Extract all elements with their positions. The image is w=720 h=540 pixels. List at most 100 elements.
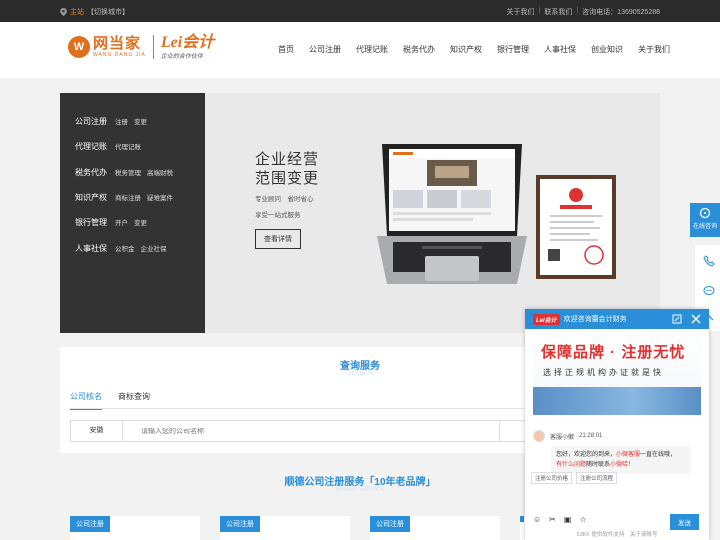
service-side-menu: 公司注册 注册 变更 代理记账 代理记账 税务代办 税务管理 高端财税 知识产权 商… xyxy=(60,93,205,333)
business-license-image xyxy=(536,175,616,279)
nav-about[interactable]: 关于我们 xyxy=(638,44,670,55)
nav-startup[interactable]: 创业知识 xyxy=(591,44,623,55)
menu-sub-link[interactable]: 变更 xyxy=(134,116,147,126)
quick-replies: 注册公司价格 注册公司流程 xyxy=(531,472,618,484)
top-bar: 主站 【切换城市】 关于我们 | 联系我们 | 咨询电话：13690525288 xyxy=(0,0,720,22)
close-icon[interactable] xyxy=(691,314,701,324)
menu-sub-link[interactable]: 疑难案件 xyxy=(147,192,173,202)
menu-sub-link[interactable]: 高端财税 xyxy=(147,167,173,177)
service-tag-partial xyxy=(520,516,524,522)
menu-title: 知识产权 xyxy=(75,193,107,202)
menu-sub-link[interactable]: 企业社保 xyxy=(141,243,167,253)
menu-sub-link[interactable]: 变更 xyxy=(134,217,147,227)
menu-sub-link[interactable]: 开户 xyxy=(115,217,128,227)
chat-footer: 53KF 提供软件支持 关于该账号 xyxy=(576,532,658,538)
about-link[interactable]: 关于我们 xyxy=(507,7,535,17)
banner-desc-1: 专业顾问 省时省心 xyxy=(255,196,314,203)
chat-widget: Lei会计 欢迎咨询蕾会计财务 保障品牌 · 注册无忧 选择正规机构办证就是快 … xyxy=(525,309,709,540)
menu-item-tax[interactable]: 税务代办 税务管理 高端财税 xyxy=(75,167,173,178)
minimize-icon[interactable] xyxy=(672,314,682,324)
message-text: 一直在线哦， xyxy=(640,452,677,458)
nav-tax[interactable]: 税务代办 xyxy=(403,44,435,55)
nav-bank[interactable]: 银行管理 xyxy=(497,44,529,55)
banner-slogan: 企业经营 范围变更 专业顾问 省时省心 享受一站式服务 查看详情 xyxy=(255,151,319,249)
send-button[interactable]: 发送 xyxy=(670,514,699,530)
menu-sub-link[interactable]: 公积金 xyxy=(115,243,135,253)
message-highlight: 小微客服 xyxy=(616,452,641,458)
nav-company-registration[interactable]: 公司注册 xyxy=(309,44,341,55)
menu-sub-link[interactable]: 注册 xyxy=(115,116,128,126)
company-name-input[interactable] xyxy=(123,427,499,435)
menu-item-hr[interactable]: 人事社保 公积金 企业社保 xyxy=(75,243,167,254)
hotline-text: 咨询电话：13690525288 xyxy=(582,9,660,16)
menu-sub-link[interactable]: 代理记账 xyxy=(115,141,141,151)
message-text: 您好，欢迎您的到来， xyxy=(556,452,617,458)
location-switcher[interactable]: 主站 【切换城市】 xyxy=(60,7,129,17)
file-upload-icon[interactable]: ▣ xyxy=(564,515,572,524)
quick-reply-process[interactable]: 注册公司流程 xyxy=(576,472,618,484)
contact-link[interactable]: 联系我们 xyxy=(544,7,572,17)
message-text: 随时联系 xyxy=(586,462,611,468)
emoji-icon[interactable]: ☺ xyxy=(533,515,541,524)
banner-desc-2: 享受一站式服务 xyxy=(255,212,301,219)
chat-title: 欢迎咨询蕾会计财务 xyxy=(563,316,627,323)
service-card[interactable]: 公司注册 xyxy=(370,516,500,540)
scissors-icon[interactable]: ✂ xyxy=(549,515,556,524)
menu-title: 银行管理 xyxy=(75,218,107,227)
menu-item-company-registration[interactable]: 公司注册 注册 变更 xyxy=(75,116,147,127)
nav-ip[interactable]: 知识产权 xyxy=(450,44,482,55)
service-card[interactable]: 公司注册 xyxy=(70,516,200,540)
logo-tagline: 企业的合作伙伴 xyxy=(160,54,203,60)
menu-title: 代理记账 xyxy=(75,142,107,151)
online-consult-label: 在线咨询 xyxy=(692,224,717,230)
menu-item-bank[interactable]: 银行管理 开户 变更 xyxy=(75,217,147,228)
hero-banner: 公司注册 注册 变更 代理记账 代理记账 税务代办 税务管理 高端财税 知识产权 商… xyxy=(60,93,660,333)
banner-headline-2: 范围变更 xyxy=(255,171,320,187)
site-header: W 网当家 WANG DANG JIA Lei会计 企业的合作伙伴 首页 公司注… xyxy=(0,22,720,78)
menu-item-ip[interactable]: 知识产权 商标注册 疑难案件 xyxy=(75,192,173,203)
headset-icon xyxy=(699,207,711,219)
menu-item-bookkeeping[interactable]: 代理记账 代理记账 xyxy=(75,141,141,152)
message-highlight: 小微哈！ xyxy=(610,462,635,468)
avatar xyxy=(533,430,545,442)
nav-hr[interactable]: 人事社保 xyxy=(544,44,576,55)
agent-name: 客服小徽 xyxy=(550,434,575,441)
menu-sub-link[interactable]: 商标注册 xyxy=(115,192,141,202)
banner-headline-1: 企业经营 xyxy=(255,152,320,168)
site-logo[interactable]: W 网当家 WANG DANG JIA Lei会计 企业的合作伙伴 xyxy=(68,34,214,60)
menu-title: 人事社保 xyxy=(75,244,107,253)
star-icon[interactable]: ☆ xyxy=(579,515,586,524)
menu-sub-link[interactable]: 税务管理 xyxy=(115,167,141,177)
chat-header: Lei会计 欢迎咨询蕾会计财务 xyxy=(525,309,709,329)
main-site-link[interactable]: 主站 xyxy=(70,7,84,17)
service-card[interactable]: 公司注册 xyxy=(220,516,350,540)
chat-bubble-icon[interactable] xyxy=(703,285,715,297)
city-select[interactable]: 安徽 xyxy=(71,421,123,441)
online-consult-button[interactable]: 在线咨询 xyxy=(690,203,720,237)
ad-title: 保障品牌 · 注册无忧 xyxy=(541,344,686,361)
laptop-illustration xyxy=(377,144,527,284)
quick-reply-price[interactable]: 注册公司价格 xyxy=(531,472,573,484)
chat-ad-banner: 保障品牌 · 注册无忧 选择正规机构办证就是快 xyxy=(533,329,701,415)
location-pin-icon xyxy=(60,8,67,16)
logo-brand: Lei会计 xyxy=(160,34,215,51)
agent-info: 客服小徽 21:28:01 xyxy=(533,430,602,442)
agent-message: 您好，欢迎您的到来，小微客服一直在线哦， 有什么问题随时联系小微哈！ xyxy=(551,446,691,474)
service-tag: 公司注册 xyxy=(220,516,260,532)
service-tag: 公司注册 xyxy=(70,516,110,532)
service-tag: 公司注册 xyxy=(370,516,410,532)
menu-title: 公司注册 xyxy=(75,117,107,126)
phone-icon[interactable] xyxy=(703,255,715,267)
message-time: 21:28:01 xyxy=(579,433,603,439)
logo-name: 网当家 xyxy=(93,35,142,52)
logo-mark: W xyxy=(68,36,90,58)
nav-home[interactable]: 首页 xyxy=(278,44,294,55)
ad-subtitle: 选择正规机构办证就是快 xyxy=(543,368,664,377)
switch-city-link[interactable]: 【切换城市】 xyxy=(87,7,129,17)
logo-pinyin: WANG DANG JIA xyxy=(93,52,146,58)
menu-title: 税务代办 xyxy=(75,168,107,177)
nav-bookkeeping[interactable]: 代理记账 xyxy=(356,44,388,55)
chat-toolbar: ☺ ✂ ▣ ☆ xyxy=(533,515,587,524)
main-nav: 首页 公司注册 代理记账 税务代办 知识产权 银行管理 人事社保 创业知识 关于… xyxy=(278,44,670,55)
view-details-button[interactable]: 查看详情 xyxy=(255,229,301,249)
